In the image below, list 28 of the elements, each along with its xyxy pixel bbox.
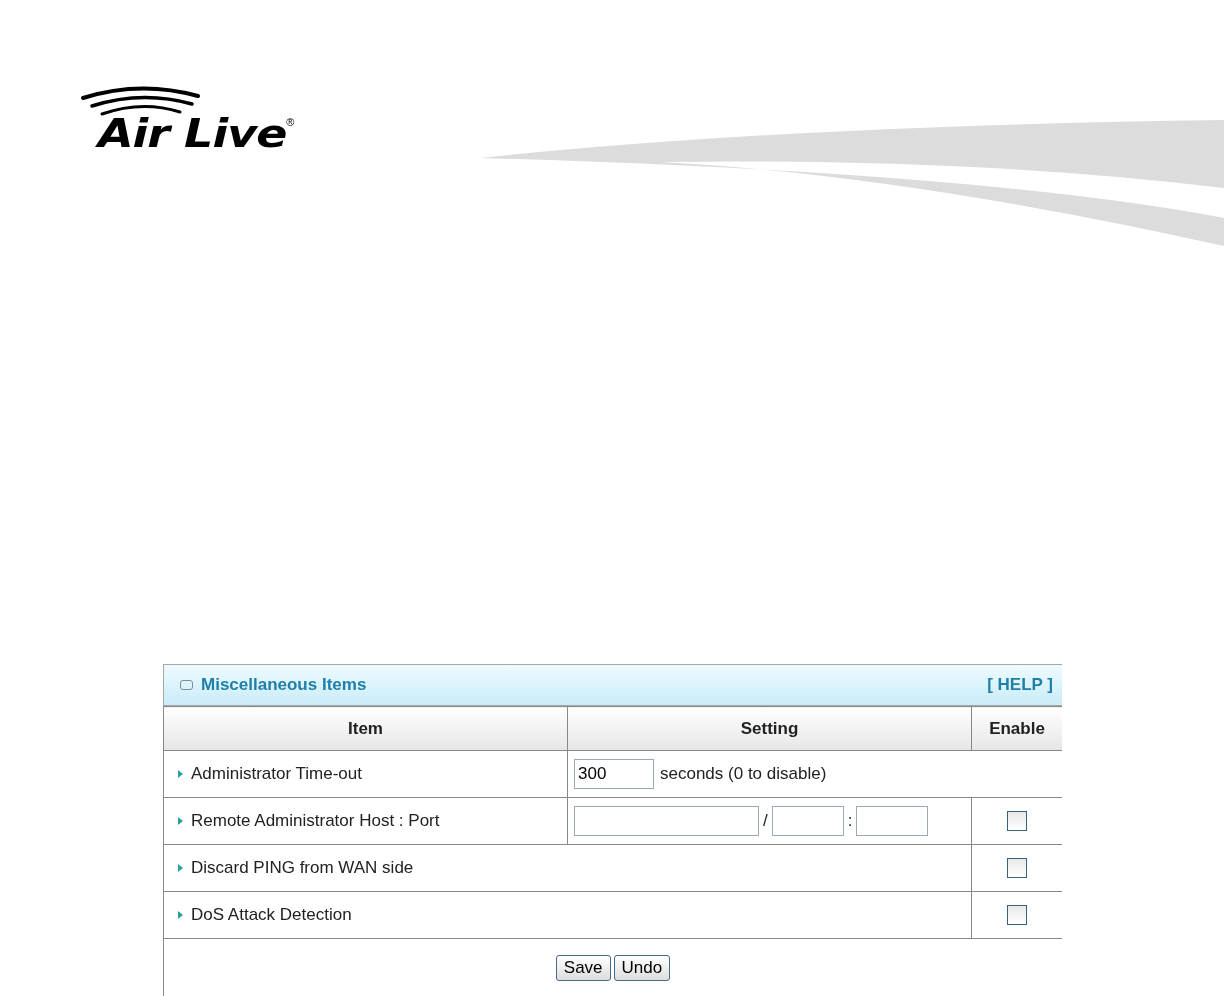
form-button[interactable]: Save [555, 954, 611, 981]
registered-mark: ® [286, 116, 295, 128]
form-button[interactable]: Undo [613, 954, 671, 981]
separator-text: : [847, 811, 853, 831]
panel-title: Miscellaneous Items [201, 675, 367, 695]
hint-text: seconds (0 to disable) [660, 764, 827, 784]
arrow-icon [178, 864, 183, 872]
checkbox[interactable] [1007, 811, 1027, 831]
bullet-icon [180, 680, 193, 690]
input-field[interactable] [856, 806, 929, 836]
input-field[interactable] [771, 806, 844, 836]
arrow-icon [178, 911, 183, 919]
column-header: Enable [971, 706, 1062, 751]
item-label: Administrator Time-out [191, 764, 362, 784]
input-field[interactable]: 300 [574, 759, 654, 789]
separator-text: / [763, 811, 768, 831]
input-field[interactable] [574, 806, 759, 836]
column-header: Setting [567, 706, 972, 751]
arrow-icon [178, 770, 183, 778]
item-label: DoS Attack Detection [191, 905, 352, 925]
checkbox[interactable] [1007, 905, 1027, 925]
item-label: Discard PING from WAN side [191, 858, 414, 878]
help-link[interactable]: [ HELP ] [987, 675, 1053, 695]
arrow-icon [178, 817, 183, 825]
waves-icon [80, 84, 202, 118]
column-header: Item [163, 706, 568, 751]
item-label: Remote Administrator Host : Port [191, 811, 440, 831]
checkbox[interactable] [1007, 858, 1027, 878]
